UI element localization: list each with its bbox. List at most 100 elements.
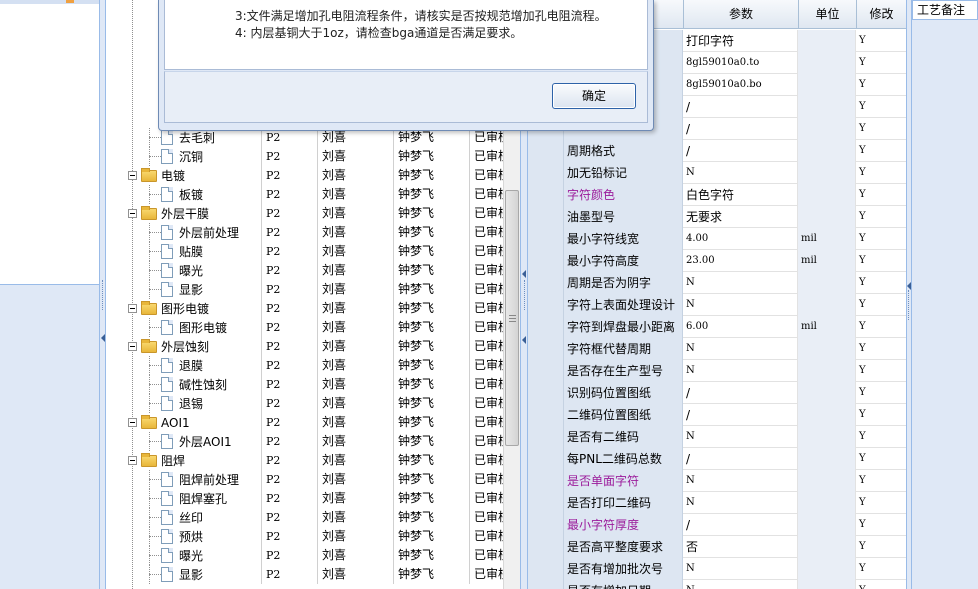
modify-cell[interactable]: Y	[856, 470, 906, 492]
param-value-cell[interactable]: N	[683, 580, 798, 589]
tree-leaf-row[interactable]: 丝印 P2刘喜钟梦飞已审核	[107, 508, 505, 527]
row-selector[interactable]	[528, 426, 564, 448]
tree-node[interactable]: 外层AOI1	[161, 432, 232, 451]
tree-node[interactable]: 曝光	[161, 261, 203, 280]
modify-cell[interactable]: Y	[856, 74, 906, 96]
grid-row[interactable]: 油墨型号 无要求 Y	[528, 206, 906, 228]
collapse-toggle-icon[interactable]	[128, 342, 137, 351]
modify-column-header[interactable]: 修改	[856, 0, 906, 29]
tree-leaf-row[interactable]: 阻焊前处理 P2刘喜钟梦飞已审核	[107, 470, 505, 489]
modify-cell[interactable]: Y	[856, 514, 906, 536]
collapse-toggle-icon[interactable]	[128, 209, 137, 218]
tree-node[interactable]: 贴膜	[161, 242, 203, 261]
param-value-cell[interactable]: /	[683, 514, 798, 536]
modify-cell[interactable]: Y	[856, 118, 906, 140]
tree-node[interactable]: 外层干膜	[128, 204, 209, 223]
param-value-cell[interactable]: /	[683, 96, 798, 118]
param-value-cell[interactable]: 打印字符	[683, 30, 798, 52]
param-value-cell[interactable]: N	[683, 338, 798, 360]
param-value-cell[interactable]: N	[683, 294, 798, 316]
collapse-toggle-icon[interactable]	[128, 418, 137, 427]
modify-cell[interactable]: Y	[856, 52, 906, 74]
param-value-cell[interactable]: 4.00	[683, 228, 798, 250]
row-selector[interactable]	[528, 514, 564, 536]
tree-node[interactable]: 预烘	[161, 527, 203, 546]
ok-button[interactable]: 确定	[552, 83, 636, 109]
modify-cell[interactable]: Y	[856, 316, 906, 338]
splitter-grip[interactable]	[524, 280, 526, 310]
param-value-cell[interactable]: 6.00	[683, 316, 798, 338]
tree-leaf-row[interactable]: 曝光 P2刘喜钟梦飞已审核	[107, 261, 505, 280]
param-value-cell[interactable]: 8gl59010a0.bo	[683, 74, 798, 96]
row-selector[interactable]	[528, 448, 564, 470]
tree-leaf-row[interactable]: 显影 P2刘喜钟梦飞已审核	[107, 280, 505, 299]
tree-scrollbar-thumb[interactable]	[505, 190, 519, 446]
tree-node[interactable]: 图形电镀	[161, 318, 227, 337]
row-selector[interactable]	[528, 184, 564, 206]
param-value-cell[interactable]: /	[683, 140, 798, 162]
grid-row[interactable]: 是否高平整度要求否 Y	[528, 536, 906, 558]
tree-leaf-row[interactable]: 预烘 P2刘喜钟梦飞已审核	[107, 527, 505, 546]
param-value-cell[interactable]: /	[683, 118, 798, 140]
row-selector[interactable]	[528, 228, 564, 250]
grid-row[interactable]: 是否打印二维码 N Y	[528, 492, 906, 514]
modify-cell[interactable]: Y	[856, 448, 906, 470]
tree-node[interactable]: 退锡	[161, 394, 203, 413]
modify-cell[interactable]: Y	[856, 30, 906, 52]
row-selector[interactable]	[528, 492, 564, 514]
row-selector[interactable]	[528, 580, 564, 589]
modify-cell[interactable]: Y	[856, 338, 906, 360]
row-selector[interactable]	[528, 360, 564, 382]
tree-leaf-row[interactable]: 显影 P2刘喜钟梦飞已审核	[107, 565, 505, 584]
tree-node[interactable]: 碱性蚀刻	[161, 375, 227, 394]
param-value-cell[interactable]: N	[683, 272, 798, 294]
tree-leaf-row[interactable]: 阻焊塞孔 P2刘喜钟梦飞已审核	[107, 489, 505, 508]
tree-folder-row[interactable]: 阻焊 P2刘喜钟梦飞已审核	[107, 451, 505, 470]
row-selector[interactable]	[528, 272, 564, 294]
tree-node[interactable]: 图形电镀	[128, 299, 209, 318]
param-value-cell[interactable]: N	[683, 426, 798, 448]
tree-leaf-row[interactable]: 外层AOI1 P2刘喜钟梦飞已审核	[107, 432, 505, 451]
row-selector[interactable]	[528, 206, 564, 228]
grid-row[interactable]: 周期格式 / Y	[528, 140, 906, 162]
tree-leaf-row[interactable]: 沉铜 P2刘喜钟梦飞已审核	[107, 147, 505, 166]
modify-cell[interactable]: Y	[856, 426, 906, 448]
tree-node[interactable]: 电镀	[128, 166, 185, 185]
tree-folder-row[interactable]: 电镀 P2刘喜钟梦飞已审核	[107, 166, 505, 185]
tree-folder-row[interactable]: AOI1 P2刘喜钟梦飞已审核	[107, 413, 505, 432]
modify-cell[interactable]: Y	[856, 162, 906, 184]
tree-node[interactable]: 阻焊前处理	[161, 470, 239, 489]
row-selector[interactable]	[528, 382, 564, 404]
grid-row[interactable]: 是否有二维码 N Y	[528, 426, 906, 448]
splitter-grip[interactable]	[908, 290, 910, 320]
tree-leaf-row[interactable]: 外层前处理 P2刘喜钟梦飞已审核	[107, 223, 505, 242]
modify-cell[interactable]: Y	[856, 272, 906, 294]
grid-row[interactable]: 最小字符高度 23.00 mil Y	[528, 250, 906, 272]
splitter-grip[interactable]	[102, 280, 104, 310]
row-selector[interactable]	[528, 470, 564, 492]
grid-row[interactable]: 字符到焊盘最小距离 6.00 mil Y	[528, 316, 906, 338]
tree-folder-row[interactable]: 外层蚀刻 P2刘喜钟梦飞已审核	[107, 337, 505, 356]
tree-node[interactable]: 显影	[161, 280, 203, 299]
tree-node[interactable]: 阻焊	[128, 451, 185, 470]
grid-row[interactable]: 是否存在生产型号 N Y	[528, 360, 906, 382]
grid-row[interactable]: 最小字符厚度 / Y	[528, 514, 906, 536]
grid-row[interactable]: 是否有增加批次号 N Y	[528, 558, 906, 580]
tree-node[interactable]: AOI1	[128, 413, 190, 432]
collapse-toggle-icon[interactable]	[128, 171, 137, 180]
modify-cell[interactable]: Y	[856, 250, 906, 272]
row-selector[interactable]	[528, 250, 564, 272]
collapse-toggle-icon[interactable]	[128, 456, 137, 465]
grid-row[interactable]: 每PNL二维码总数 / Y	[528, 448, 906, 470]
tree-leaf-row[interactable]: 图形电镀 P2刘喜钟梦飞已审核	[107, 318, 505, 337]
row-selector[interactable]	[528, 558, 564, 580]
tree-leaf-row[interactable]: 曝光 P2刘喜钟梦飞已审核	[107, 546, 505, 565]
tree-node[interactable]: 丝印	[161, 508, 203, 527]
param-value-cell[interactable]: /	[683, 404, 798, 426]
tree-leaf-row[interactable]: 退锡 P2刘喜钟梦飞已审核	[107, 394, 505, 413]
row-selector[interactable]	[528, 316, 564, 338]
collapse-right-icon[interactable]	[907, 282, 911, 290]
modify-cell[interactable]: Y	[856, 536, 906, 558]
row-selector[interactable]	[528, 162, 564, 184]
tree-node[interactable]: 板镀	[161, 185, 203, 204]
